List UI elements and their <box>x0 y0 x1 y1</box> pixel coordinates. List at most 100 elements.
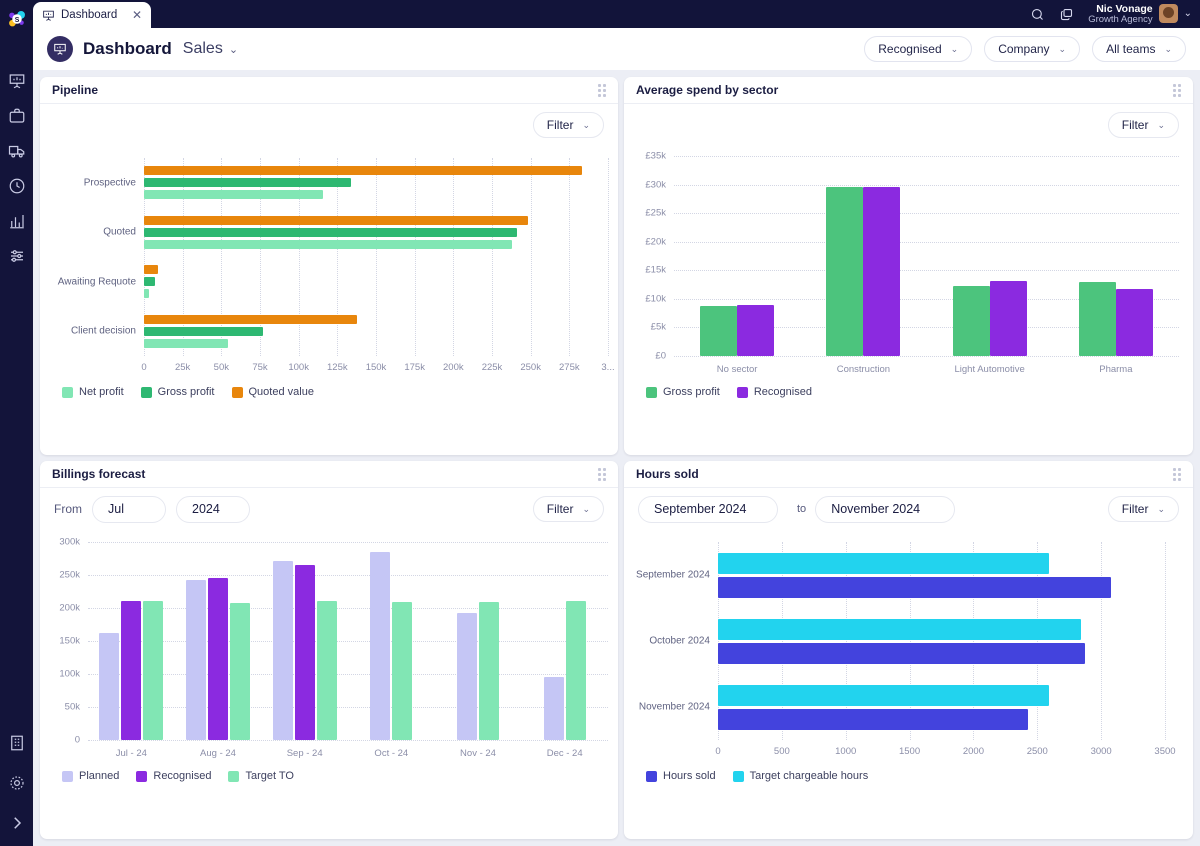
hours-from-input[interactable]: September 2024 <box>638 495 778 523</box>
category-label: No sector <box>716 364 758 375</box>
panel-billings-header: Billings forecast <box>40 461 618 488</box>
drag-handle-icon[interactable] <box>1173 467 1181 481</box>
hours-chart: 0 500 1000 1500 2000 2500 3000 3500 September 20… <box>624 530 1193 770</box>
legend-label: Gross profit <box>157 386 215 398</box>
windows-copy-icon[interactable] <box>1059 7 1074 22</box>
gridline <box>88 707 608 708</box>
gridline <box>674 270 1179 272</box>
billings-month-input[interactable]: Jul <box>92 495 166 523</box>
filter-label: Filter <box>1121 118 1149 132</box>
x-tick-label: 3... <box>601 362 615 373</box>
category-label: Quoted <box>103 226 136 238</box>
pipeline-filter-button[interactable]: Filter ⌄ <box>532 112 604 138</box>
pipeline-legend: Net profit Gross profit Quoted value <box>40 386 618 398</box>
legend-swatch <box>140 386 152 398</box>
x-tick-label: 200k <box>443 362 464 373</box>
sidebar-item-bar-chart-icon[interactable] <box>8 212 26 230</box>
chevron-down-icon[interactable]: ⌄ <box>1184 8 1192 19</box>
gridline <box>674 241 1179 243</box>
browser-topbar: Dashboard ✕ Nic Vonage Growth Agency ⌄ <box>33 0 1200 28</box>
user-org: Growth Agency <box>1088 13 1153 25</box>
hours-to-input[interactable]: November 2024 <box>815 495 956 523</box>
y-tick-label: 150k <box>59 635 80 647</box>
category-label: October 2024 <box>649 635 710 647</box>
filter-recognised[interactable]: Recognised ⌄ <box>864 36 973 62</box>
category-label: Jul - 24 <box>115 748 147 759</box>
to-label: to <box>797 503 807 515</box>
legend-label: Quoted value <box>248 386 314 398</box>
sidebar-item-building-icon[interactable] <box>8 734 26 752</box>
bar <box>826 187 864 356</box>
sidebar-item-presentation-chart-icon[interactable] <box>8 72 26 90</box>
y-tick-label: £10k <box>645 293 666 305</box>
sidebar-item-gear-icon[interactable] <box>8 774 26 792</box>
bar <box>392 602 413 740</box>
category-label: Oct - 24 <box>374 748 409 759</box>
dashboard-selector-label[interactable]: Sales <box>183 40 223 58</box>
drag-handle-icon[interactable] <box>1173 83 1181 97</box>
legend-item: Quoted value <box>231 386 314 398</box>
gridline <box>569 158 571 356</box>
bar <box>479 602 499 740</box>
legend-swatch <box>736 386 748 398</box>
bar <box>457 612 477 740</box>
panel-average-spend-by-sector: Average spend by sector Filter ⌄ £0 £5k £1… <box>624 77 1193 455</box>
pipeline-chart: 0 25k 50k 75k 100k 125k 150k 175k 200k 225k 250k 27… <box>40 146 618 386</box>
panel-pipeline-header: Pipeline <box>40 77 618 104</box>
drag-handle-icon[interactable] <box>598 467 606 481</box>
y-tick-label: 250k <box>59 569 80 581</box>
chevron-down-icon[interactable]: ⌄ <box>229 43 238 56</box>
bar <box>144 227 517 237</box>
panel-sector-header: Average spend by sector <box>624 77 1193 104</box>
bar <box>718 684 1050 706</box>
bar <box>370 551 391 740</box>
gridline <box>492 158 493 356</box>
tab-close-icon[interactable]: ✕ <box>132 9 142 21</box>
search-icon[interactable] <box>1030 7 1045 22</box>
panel-pipeline: Pipeline Filter ⌄ 0 25k 50k 75k 100k 125k 150k… <box>40 77 618 455</box>
x-tick-label: 100k <box>288 362 309 373</box>
sidebar-item-briefcase-icon[interactable] <box>8 107 26 125</box>
user-name: Nic Vonage <box>1096 2 1153 15</box>
gridline <box>414 158 416 356</box>
gridline <box>88 575 608 576</box>
x-tick-label: 500 <box>773 746 790 757</box>
legend-item: Target chargeable hours <box>732 770 868 782</box>
hours-filter-button[interactable]: Filter ⌄ <box>1107 496 1179 522</box>
y-tick-label: 0 <box>74 734 80 746</box>
tab-dashboard[interactable]: Dashboard ✕ <box>33 2 151 28</box>
user-menu[interactable]: Nic Vonage Growth Agency ⌄ <box>1088 3 1192 26</box>
sidebar-item-clock-icon[interactable] <box>8 177 26 195</box>
bar <box>565 601 586 740</box>
gridline <box>337 158 339 356</box>
legend-label: Target TO <box>245 770 294 782</box>
filter-label: Filter <box>1121 502 1149 516</box>
from-label: From <box>54 502 82 516</box>
bar <box>144 190 324 200</box>
billings-filter-button[interactable]: Filter ⌄ <box>532 496 604 522</box>
sidebar-expand-chevron-right-icon[interactable] <box>8 814 26 832</box>
bar <box>144 215 528 225</box>
x-tick-label: 1500 <box>898 746 921 757</box>
billings-year-input[interactable]: 2024 <box>176 495 250 523</box>
x-tick-label: 150k <box>365 362 387 373</box>
category-label: Client decision <box>70 325 136 337</box>
sidebar-item-sliders-icon[interactable] <box>8 247 26 265</box>
drag-handle-icon[interactable] <box>598 83 606 97</box>
x-tick-label: 2500 <box>1026 746 1048 757</box>
sidebar-nav <box>8 72 26 265</box>
sector-filter-button[interactable]: Filter ⌄ <box>1107 112 1179 138</box>
sidebar-item-truck-icon[interactable] <box>8 142 26 160</box>
legend-label: Planned <box>79 770 120 782</box>
page-title: Dashboard <box>83 39 172 58</box>
chevron-down-icon: ⌄ <box>1157 119 1165 130</box>
filter-all-teams[interactable]: All teams ⌄ <box>1092 36 1186 62</box>
legend-item: Net profit <box>62 386 124 398</box>
y-tick-label: £0 <box>655 350 666 362</box>
filter-company[interactable]: Company ⌄ <box>984 36 1081 62</box>
panel-hours-toolbar: September 2024 to November 2024 Filter ⌄ <box>624 488 1193 530</box>
chevron-down-icon: ⌄ <box>1164 43 1172 54</box>
avatar[interactable] <box>1158 4 1178 24</box>
app-logo-icon[interactable]: S <box>0 4 33 34</box>
gridline <box>298 158 300 356</box>
